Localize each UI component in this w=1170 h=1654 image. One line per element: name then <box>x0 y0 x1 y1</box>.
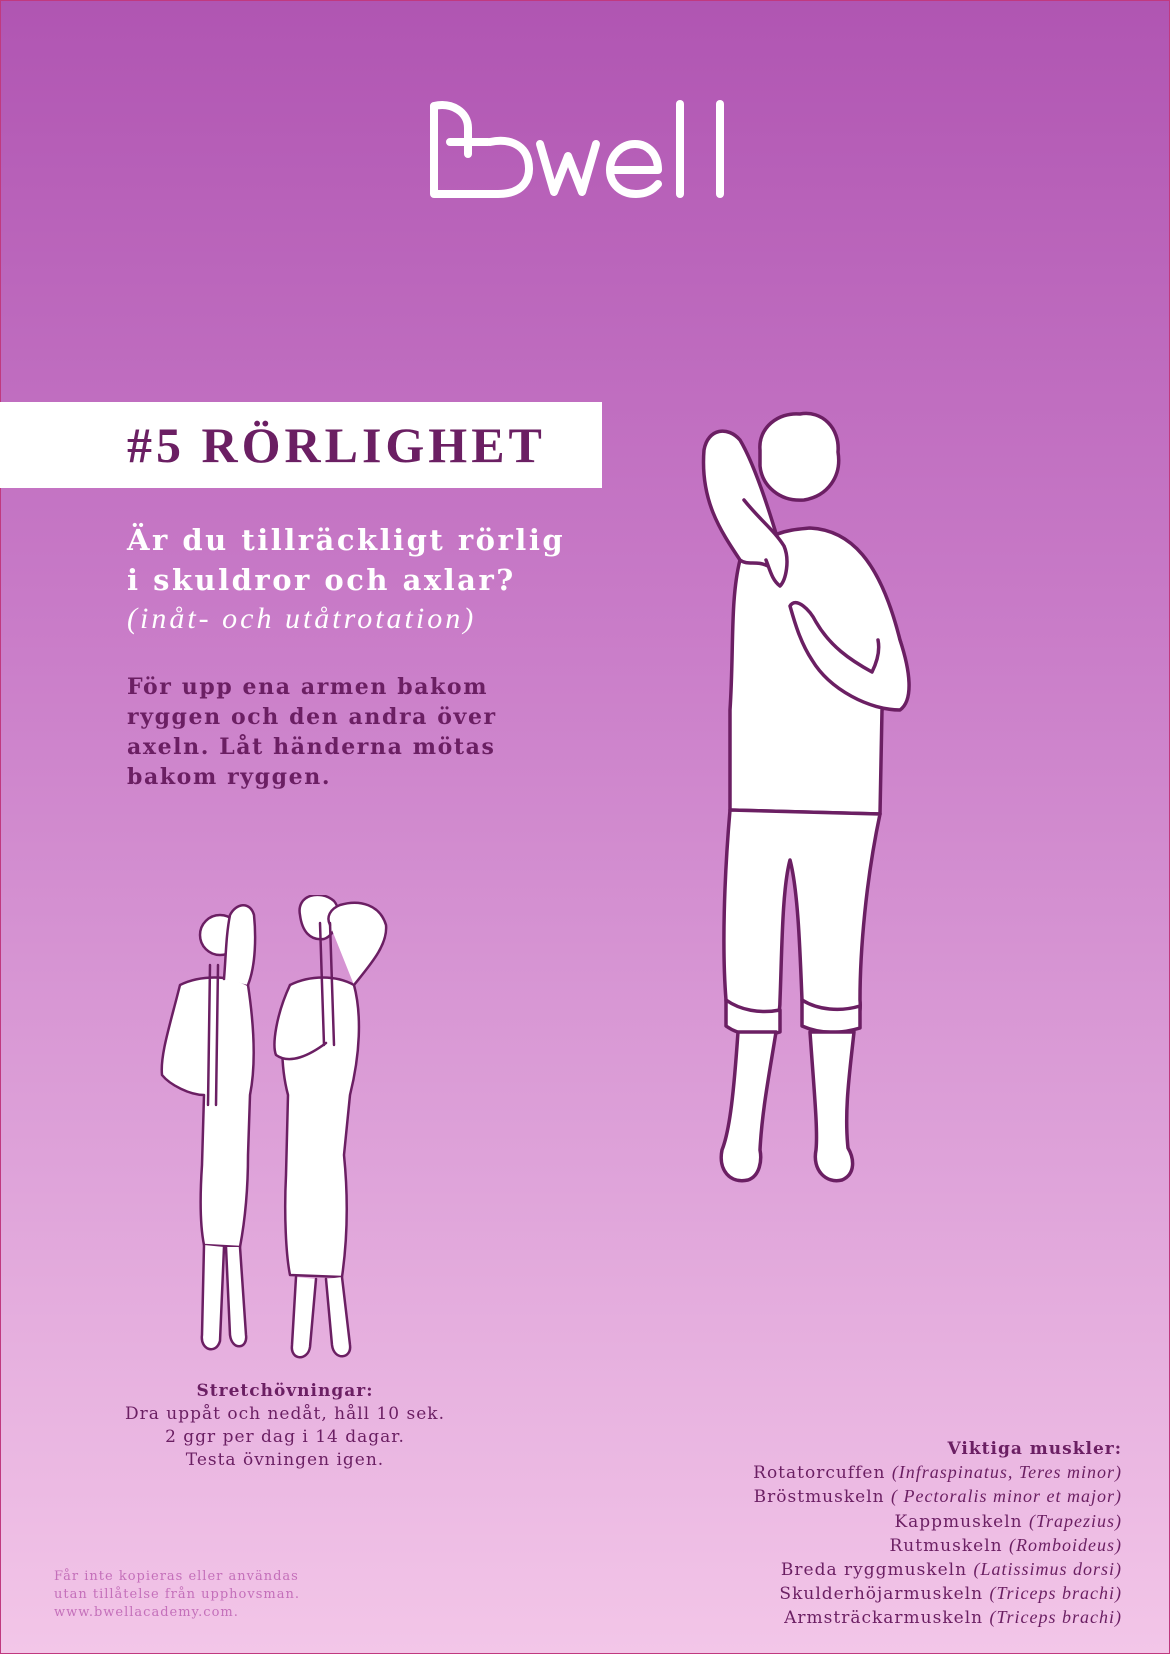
muscle-latin: ( Pectoralis minor et major) <box>891 1486 1122 1507</box>
stretch-line: Testa övningen igen. <box>185 1450 385 1470</box>
muscle-row: Skulderhöjarmuskeln (Triceps brachi) <box>662 1582 1122 1606</box>
instruction-line: axeln. Låt händerna mötas <box>127 734 496 760</box>
muscle-name: Kappmuskeln <box>894 1511 1029 1532</box>
title-banner: #5 RÖRLIGHET <box>0 402 602 488</box>
muscle-latin: (Triceps brachi) <box>989 1607 1122 1628</box>
muscle-name: Rotatorcuffen <box>753 1463 892 1484</box>
question-line: Är du tillräckligt rörlig <box>127 523 566 557</box>
website-link: www.bwellacademy.com. <box>54 1605 239 1620</box>
copyright-line: utan tillåtelse från upphovsman. <box>54 1587 300 1602</box>
muscle-row: Rotatorcuffen (Infraspinatus, Teres mino… <box>662 1461 1122 1485</box>
rotation-subtitle: (inåt- och utåtrotation) <box>127 602 477 635</box>
copyright-notice: Får inte kopieras eller användas utan ti… <box>54 1568 300 1622</box>
muscle-latin: (Infraspinatus, Teres minor) <box>891 1462 1122 1483</box>
muscle-name: Skulderhöjarmuskeln <box>779 1584 990 1605</box>
muscle-name: Breda ryggmuskeln <box>780 1560 974 1581</box>
muscles-heading: Viktiga muskler: <box>947 1439 1122 1459</box>
muscle-row: Rutmuskeln (Romboideus) <box>662 1534 1122 1558</box>
muscle-name: Bröstmuskeln <box>753 1487 892 1508</box>
copyright-line: Får inte kopieras eller användas <box>54 1569 299 1584</box>
stretch-heading: Stretchövningar: <box>196 1381 374 1401</box>
person-shoulder-stretch-icon <box>701 411 911 1183</box>
instruction-line: bakom ryggen. <box>127 764 332 790</box>
stretch-line: Dra uppåt och nedåt, håll 10 sek. <box>124 1404 446 1424</box>
muscle-latin: (Triceps brachi) <box>989 1583 1122 1604</box>
muscle-row: Breda ryggmuskeln (Latissimus dorsi) <box>662 1558 1122 1582</box>
muscle-latin: (Trapezius) <box>1028 1510 1122 1531</box>
muscle-row: Kappmuskeln (Trapezius) <box>662 1510 1122 1534</box>
important-muscles: Viktiga muskler: Rotatorcuffen (Infraspi… <box>662 1438 1122 1631</box>
people-towel-stretch-icon <box>160 895 388 1359</box>
question-line: i skuldror och axlar? <box>127 563 516 597</box>
question-heading: Är du tillräckligt rörlig i skuldror och… <box>127 520 647 600</box>
page-title: #5 RÖRLIGHET <box>127 417 546 473</box>
instruction-line: För upp ena armen bakom <box>127 674 489 700</box>
instruction-line: ryggen och den andra över <box>127 704 497 730</box>
muscle-latin: (Romboideus) <box>1009 1534 1122 1555</box>
muscle-row: Armsträckarmuskeln (Triceps brachi) <box>662 1606 1122 1630</box>
stretch-exercises: Stretchövningar: Dra uppåt och nedåt, hå… <box>95 1380 475 1472</box>
muscle-row: Bröstmuskeln ( Pectoralis minor et major… <box>662 1485 1122 1509</box>
muscle-name: Armsträckarmuskeln <box>784 1608 990 1629</box>
muscle-name: Rutmuskeln <box>889 1535 1010 1556</box>
muscle-latin: (Latissimus dorsi) <box>973 1559 1122 1580</box>
instruction-text: För upp ena armen bakom ryggen och den a… <box>127 672 567 792</box>
stretch-line: 2 ggr per dag i 14 dagar. <box>165 1427 405 1447</box>
bwell-logo-icon <box>430 100 724 198</box>
